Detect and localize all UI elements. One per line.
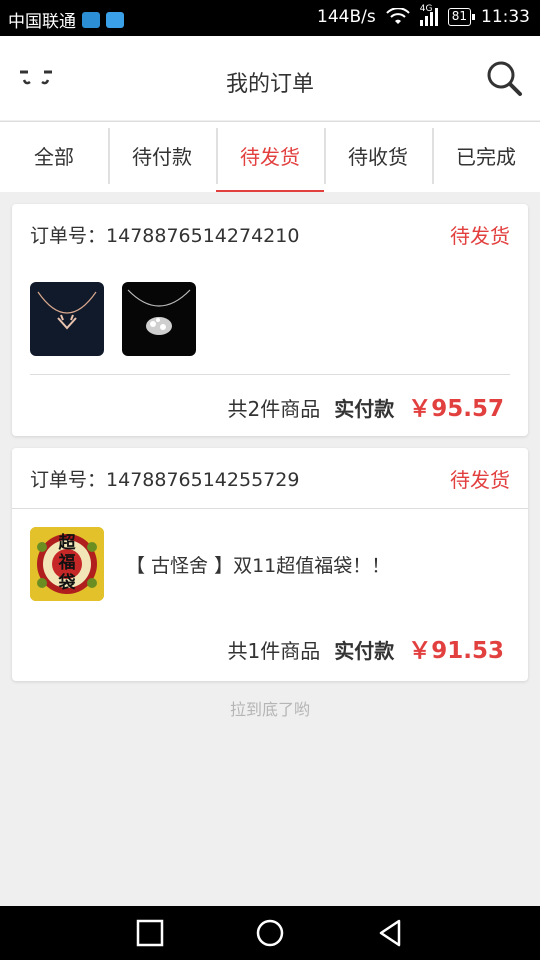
item-count: 共1件商品 (227, 639, 321, 663)
order-number-line: 订单号：1478876514274210 (30, 221, 299, 248)
page-title: 我的订单 (225, 72, 314, 97)
product-thumbnails (12, 264, 528, 356)
end-of-list-hint: 拉到底了哟 (229, 700, 310, 719)
product-thumbnail[interactable] (30, 282, 104, 356)
order-status: 待发货 (450, 223, 510, 248)
order-header: 订单号：1478876514274210 待发货 (12, 204, 528, 264)
product-thumbnail[interactable] (122, 282, 196, 356)
app-notification-icon (82, 11, 100, 28)
order-number: 1478876514274210 (106, 224, 300, 247)
recent-apps-icon[interactable] (135, 918, 165, 948)
back-icon[interactable] (375, 918, 405, 948)
product-name: 【 古怪舍 】双11超值福袋！！ (126, 554, 391, 577)
order-number-label: 订单号： (30, 224, 107, 247)
wifi-icon (385, 8, 410, 24)
battery-icon: 81 (447, 8, 476, 26)
tab-all[interactable]: 全部 (0, 122, 108, 192)
tab-pending-shipment[interactable]: 待发货 (216, 122, 324, 192)
app-header: 我的订单 (0, 36, 540, 120)
clock: 11:33 (481, 7, 530, 27)
order-status: 待发货 (450, 467, 510, 492)
tab-pending-receipt[interactable]: 待收货 (324, 122, 432, 192)
product-thumbnail: 超福袋 (30, 527, 104, 601)
signal-icon: 4G (419, 4, 438, 26)
home-icon[interactable] (255, 918, 285, 948)
paid-amount: ￥91.53 (408, 638, 504, 664)
order-card[interactable]: 订单号：1478876514255729 待发货 超福袋 【 古怪舍 】双11超… (12, 448, 528, 681)
network-type-label: 4G (419, 4, 433, 14)
carrier-label: 中国联通 (8, 12, 76, 32)
order-summary: 共1件商品 实付款 ￥91.53 (12, 619, 528, 665)
order-status-tabs: 全部 待付款 待发货 待收货 已完成 (0, 121, 540, 192)
tab-completed[interactable]: 已完成 (432, 122, 540, 192)
app-notification-icon-2 (106, 11, 124, 28)
order-number-label: 订单号： (30, 468, 107, 491)
paid-amount: ￥95.57 (408, 396, 504, 422)
order-card[interactable]: 订单号：1478876514274210 待发货 共2件商品 实付款 ￥95.5… (12, 204, 528, 436)
order-item[interactable]: 超福袋 【 古怪舍 】双11超值福袋！！ (12, 508, 528, 619)
necklace-image (37, 291, 97, 330)
paid-label: 实付款 (334, 639, 395, 663)
necklace-image (127, 289, 191, 335)
order-header: 订单号：1478876514255729 待发货 (12, 448, 528, 508)
paid-label: 实付款 (334, 397, 395, 421)
order-number: 1478876514255729 (106, 468, 300, 491)
lucky-bag-label: 超福袋 (58, 533, 76, 593)
tab-pending-payment[interactable]: 待付款 (108, 122, 216, 192)
item-count: 共2件商品 (227, 397, 321, 421)
order-summary: 共2件商品 实付款 ￥95.57 (12, 375, 528, 423)
net-speed-label: 144B/s (317, 7, 376, 27)
search-icon[interactable] (484, 58, 524, 98)
order-number-line: 订单号：1478876514255729 (30, 465, 299, 492)
status-bar: 中国联通 144B/s 4G 81 11:33 (0, 0, 540, 36)
system-nav-bar (0, 906, 540, 960)
